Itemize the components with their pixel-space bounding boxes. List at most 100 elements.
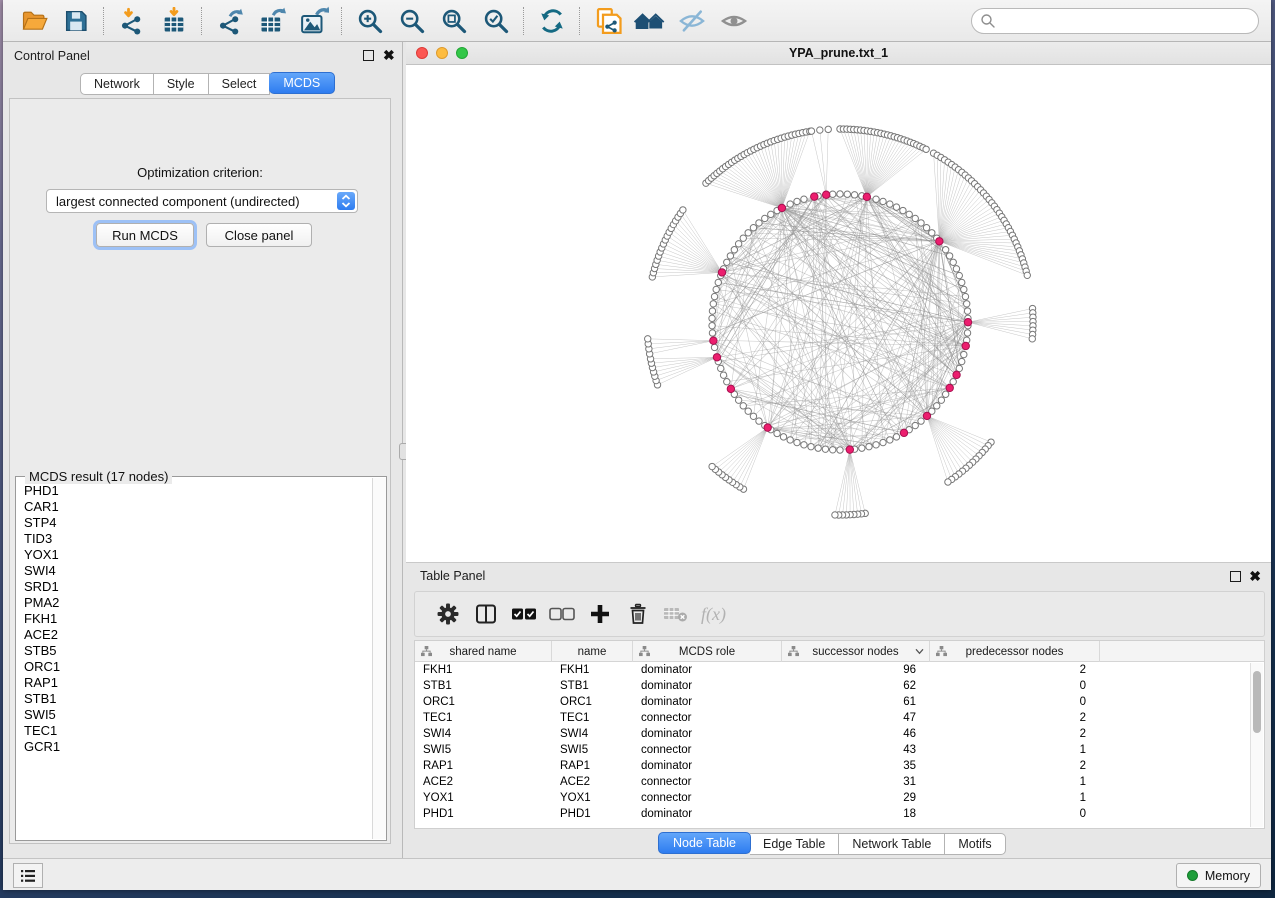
search-input[interactable] [971, 8, 1259, 34]
cell-successor-nodes: 61 [782, 696, 930, 708]
delete-table-icon[interactable] [661, 599, 691, 629]
toolbar-separator [523, 7, 525, 35]
tab-node-table[interactable]: Node Table [658, 832, 751, 854]
split-view-icon[interactable] [471, 599, 501, 629]
table-row[interactable]: SWI4SWI4dominator462 [415, 726, 1264, 742]
table-settings-icon[interactable] [433, 599, 463, 629]
mcds-result-item[interactable]: ACE2 [16, 627, 372, 643]
tab-select[interactable]: Select [209, 73, 271, 95]
table-scrollbar[interactable] [1250, 663, 1263, 827]
optimization-criterion-select[interactable]: largest connected component (undirected) [46, 189, 358, 213]
table-header-row: shared namenameMCDS rolesuccessor nodesp… [415, 641, 1264, 662]
mcds-tab-content: Optimization criterion: largest connecte… [9, 98, 391, 844]
toolbar-separator [341, 7, 343, 35]
cell-successor-nodes: 62 [782, 680, 930, 692]
column-header-predecessor-nodes[interactable]: predecessor nodes [930, 641, 1100, 662]
zoom-fit-icon[interactable] [436, 4, 472, 38]
import-table-icon[interactable] [156, 4, 192, 38]
node-table: shared namenameMCDS rolesuccessor nodesp… [414, 640, 1265, 829]
mcds-result-item[interactable]: STP4 [16, 515, 372, 531]
table-row[interactable]: ORC1ORC1dominator610 [415, 694, 1264, 710]
mcds-list-scrollbar[interactable] [372, 478, 386, 839]
close-panel-icon[interactable]: ✖ [383, 48, 395, 62]
memory-label: Memory [1205, 869, 1250, 883]
delete-column-icon[interactable] [623, 599, 653, 629]
hide-selected-icon[interactable] [674, 4, 710, 38]
open-file-icon[interactable] [16, 4, 52, 38]
deselect-all-icon[interactable] [547, 599, 577, 629]
cell-predecessor-nodes: 2 [930, 712, 1100, 724]
cell-predecessor-nodes: 2 [930, 664, 1100, 676]
tab-mcds[interactable]: MCDS [269, 72, 335, 94]
network-window-titlebar[interactable]: YPA_prune.txt_1 [406, 42, 1271, 65]
mcds-result-item[interactable]: YOX1 [16, 547, 372, 563]
toolbar-separator [103, 7, 105, 35]
float-panel-icon[interactable] [363, 50, 374, 61]
mcds-result-item[interactable]: SWI5 [16, 707, 372, 723]
memory-button[interactable]: Memory [1176, 863, 1261, 888]
float-table-panel-icon[interactable] [1230, 571, 1241, 582]
cell-name: STB1 [552, 680, 633, 692]
add-column-icon[interactable] [585, 599, 615, 629]
table-row[interactable]: RAP1RAP1dominator352 [415, 758, 1264, 774]
mcds-result-item[interactable]: RAP1 [16, 675, 372, 691]
tab-style[interactable]: Style [154, 73, 209, 95]
tab-network-table[interactable]: Network Table [839, 833, 945, 855]
function-builder-icon[interactable]: f(x) [701, 604, 726, 625]
mcds-result-item[interactable]: STB5 [16, 643, 372, 659]
mcds-result-item[interactable]: FKH1 [16, 611, 372, 627]
network-view-window: YPA_prune.txt_1 [406, 42, 1271, 562]
list-icon [20, 869, 36, 883]
mcds-result-item[interactable]: GCR1 [16, 739, 372, 755]
tab-edge-table[interactable]: Edge Table [750, 833, 839, 855]
cell-successor-nodes: 29 [782, 792, 930, 804]
search-icon [980, 13, 996, 29]
mcds-result-item[interactable]: TEC1 [16, 723, 372, 739]
zoom-selected-icon[interactable] [478, 4, 514, 38]
table-row[interactable]: YOX1YOX1connector291 [415, 790, 1264, 806]
first-neighbors-icon[interactable] [632, 4, 668, 38]
export-network-icon[interactable] [212, 4, 248, 38]
show-all-icon[interactable] [716, 4, 752, 38]
column-header-successor-nodes[interactable]: successor nodes [782, 641, 930, 662]
tab-network[interactable]: Network [80, 73, 154, 95]
task-history-button[interactable] [13, 863, 43, 888]
refresh-view-icon[interactable] [534, 4, 570, 38]
table-row[interactable]: FKH1FKH1dominator962 [415, 662, 1264, 678]
mcds-result-item[interactable]: CAR1 [16, 499, 372, 515]
table-scrollbar-thumb[interactable] [1253, 671, 1261, 733]
cell-successor-nodes: 35 [782, 760, 930, 772]
column-header-MCDS-role[interactable]: MCDS role [633, 641, 782, 662]
table-panel: Table Panel ✖ f(x) shared namenameMCDS r… [406, 562, 1271, 858]
cell-shared-name: YOX1 [415, 792, 552, 804]
import-network-icon[interactable] [114, 4, 150, 38]
mcds-result-item[interactable]: PHD1 [16, 483, 372, 499]
mcds-result-item[interactable]: TID3 [16, 531, 372, 547]
column-header-shared-name[interactable]: shared name [415, 641, 552, 662]
tab-motifs[interactable]: Motifs [945, 833, 1005, 855]
table-row[interactable]: ACE2ACE2connector311 [415, 774, 1264, 790]
network-canvas[interactable] [406, 65, 1271, 562]
export-image-icon[interactable] [296, 4, 332, 38]
mcds-result-item[interactable]: SRD1 [16, 579, 372, 595]
cell-MCDS-role: dominator [633, 760, 782, 772]
table-row[interactable]: PHD1PHD1dominator180 [415, 806, 1264, 822]
close-panel-button[interactable]: Close panel [206, 223, 312, 247]
select-all-icon[interactable] [509, 599, 539, 629]
mcds-result-item[interactable]: SWI4 [16, 563, 372, 579]
save-session-icon[interactable] [58, 4, 94, 38]
cell-predecessor-nodes: 1 [930, 792, 1100, 804]
run-mcds-button[interactable]: Run MCDS [96, 223, 194, 247]
table-row[interactable]: STB1STB1dominator620 [415, 678, 1264, 694]
zoom-in-icon[interactable] [352, 4, 388, 38]
close-table-panel-icon[interactable]: ✖ [1249, 569, 1261, 583]
clone-network-icon[interactable] [590, 4, 626, 38]
zoom-out-icon[interactable] [394, 4, 430, 38]
export-table-icon[interactable] [254, 4, 290, 38]
table-row[interactable]: SWI5SWI5connector431 [415, 742, 1264, 758]
mcds-result-item[interactable]: STB1 [16, 691, 372, 707]
table-row[interactable]: TEC1TEC1connector472 [415, 710, 1264, 726]
mcds-result-item[interactable]: PMA2 [16, 595, 372, 611]
mcds-result-item[interactable]: ORC1 [16, 659, 372, 675]
column-header-name[interactable]: name [552, 641, 633, 662]
